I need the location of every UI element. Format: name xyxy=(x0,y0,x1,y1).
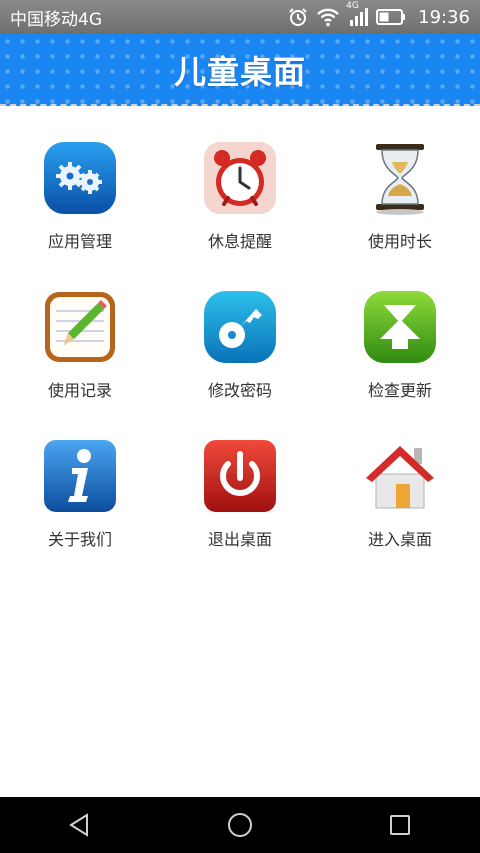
alarm-icon xyxy=(288,7,308,27)
tile-label: 修改密码 xyxy=(207,381,272,400)
hourglass-icon xyxy=(362,140,438,216)
key-icon xyxy=(202,289,278,365)
app-header: 儿童桌面 xyxy=(0,34,480,106)
house-icon xyxy=(362,438,438,514)
tile-usage-records[interactable]: 使用记录 xyxy=(0,289,160,401)
tile-rest-reminder[interactable]: 休息提醒 xyxy=(160,140,320,252)
status-icons: 4G 19:36 xyxy=(288,1,470,28)
download-icon xyxy=(362,289,438,365)
tile-app-management[interactable]: 应用管理 xyxy=(0,140,160,252)
function-grid: 应用管理 休息提醒 使用时长 使用记录 修改密码 检查更新 关于我们 退出桌面 … xyxy=(0,140,480,550)
tile-change-password[interactable]: 修改密码 xyxy=(160,289,320,401)
tile-check-update[interactable]: 检查更新 xyxy=(320,289,480,401)
network-badge: 4G xyxy=(346,1,359,11)
tile-about-us[interactable]: 关于我们 xyxy=(0,438,160,550)
info-icon xyxy=(42,438,118,514)
tile-label: 退出桌面 xyxy=(207,530,272,549)
tile-label: 关于我们 xyxy=(47,530,112,549)
clock-time: 19:36 xyxy=(418,6,470,28)
tile-enter-desktop[interactable]: 进入桌面 xyxy=(320,438,480,550)
page-title: 儿童桌面 xyxy=(173,53,306,91)
tile-label: 使用记录 xyxy=(47,381,112,400)
header-divider xyxy=(0,104,480,106)
battery-icon xyxy=(376,9,406,25)
power-icon xyxy=(202,438,278,514)
tile-label: 检查更新 xyxy=(367,381,432,400)
tile-label: 使用时长 xyxy=(367,232,432,251)
notepad-pencil-icon xyxy=(42,289,118,365)
alarm-clock-icon xyxy=(202,140,278,216)
tile-label: 休息提醒 xyxy=(207,232,272,251)
system-nav-bar xyxy=(0,797,480,853)
back-icon[interactable] xyxy=(50,797,110,853)
signal-icon: 4G xyxy=(346,1,369,27)
wifi-icon xyxy=(316,7,340,27)
gears-icon xyxy=(42,140,118,216)
recents-icon[interactable] xyxy=(370,797,430,853)
carrier-label: 中国移动4G xyxy=(10,9,102,30)
tile-label: 应用管理 xyxy=(47,232,112,251)
tile-exit-desktop[interactable]: 退出桌面 xyxy=(160,438,320,550)
tile-usage-duration[interactable]: 使用时长 xyxy=(320,140,480,252)
status-bar: 中国移动4G 4G 19:36 xyxy=(0,0,480,34)
home-icon[interactable] xyxy=(210,797,270,853)
tile-label: 进入桌面 xyxy=(367,530,432,549)
